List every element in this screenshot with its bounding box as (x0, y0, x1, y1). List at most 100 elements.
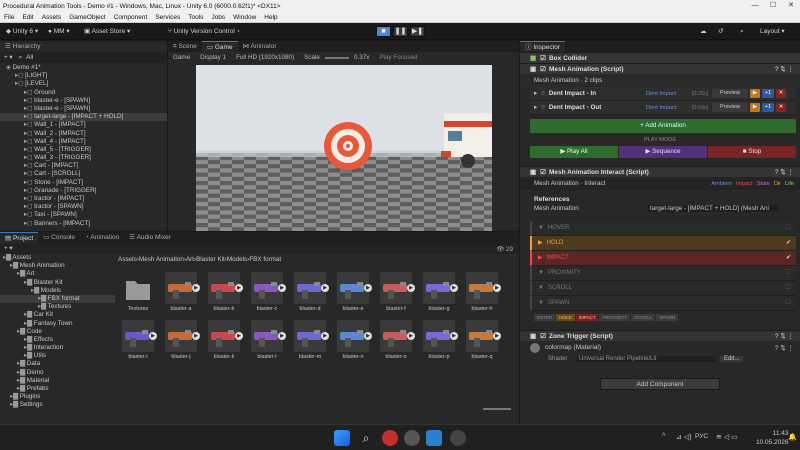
component-menu-icon[interactable]: ? ⇅ ⋮ (775, 64, 794, 75)
hierarchy-item[interactable]: ▸◻ blaster-e - [SPAWN] (0, 97, 167, 105)
tray-chevron-icon[interactable]: ^ (662, 433, 665, 440)
category-tag[interactable]: State (757, 181, 770, 187)
tray-network-icon[interactable]: ⊿ ◁) (676, 433, 692, 441)
asset-item[interactable]: ▶ blaster-m (294, 320, 329, 364)
minimize-icon[interactable]: — (746, 0, 764, 12)
menu-assets[interactable]: Assets (38, 12, 66, 23)
play-button[interactable]: ■ (376, 26, 391, 37)
project-folder[interactable]: ▸▇ Fantasy Town (0, 320, 115, 328)
unity-account-button[interactable]: ◆ Unity 6 ▾ (6, 26, 38, 37)
preview-play-icon[interactable]: ▶ (407, 284, 415, 292)
add-clip-button[interactable]: +1 (762, 103, 774, 112)
preview-play-icon[interactable]: ▶ (321, 284, 329, 292)
state-pill[interactable]: ENTER (534, 314, 556, 321)
hierarchy-item[interactable]: ▸◻ Wall_4 - [IMPACT] (0, 138, 167, 146)
clock[interactable]: 11:43 10.05.2026 (756, 429, 789, 447)
hierarchy-item[interactable]: ▸◻ Wall_1 - [IMPACT] (0, 121, 167, 129)
box-collider-header[interactable]: ▦ ☑ Box Collider (520, 52, 800, 63)
preview-play-icon[interactable]: ▶ (493, 284, 501, 292)
tab-console[interactable]: ▭ Console (38, 232, 80, 243)
asset-item[interactable]: ▶ blaster-h (466, 272, 501, 316)
project-folder[interactable]: ▸▇ Interaction (0, 344, 115, 352)
shader-dropdown[interactable]: Universal Render Pipeline/Lit (576, 356, 716, 362)
menu-help[interactable]: Help (260, 12, 281, 23)
tab-scene[interactable]: ⌗ Scene (168, 41, 202, 52)
project-folder[interactable]: ▸▇ Models (0, 287, 115, 295)
hierarchy-item[interactable]: ▸◻ Granade - [TRIGGER] (0, 187, 167, 195)
menu-file[interactable]: File (0, 12, 18, 23)
project-folder[interactable]: ▸▇ Blaster Kit (0, 279, 115, 287)
asset-item[interactable]: ▶ blaster-q (466, 320, 501, 364)
hierarchy-search[interactable]: + ▾ ⌕ All (0, 52, 167, 63)
project-folder[interactable]: ▸▇ Effects (0, 336, 115, 344)
preview-play-icon[interactable]: ▶ (235, 284, 243, 292)
tab-animator[interactable]: ⋈ Animator (238, 41, 282, 52)
state-pill[interactable]: PROXIMITY (599, 314, 631, 321)
state-row-impact[interactable]: ▶ IMPACT ✔ (530, 251, 796, 266)
add-animation-button[interactable]: + Add Animation (530, 119, 796, 133)
tab-animation[interactable]: ◔ Animation (80, 232, 124, 243)
play-clip-icon[interactable]: ▶ (750, 89, 760, 98)
language-indicator[interactable]: РУС (695, 433, 708, 440)
state-checkbox[interactable]: ☐ (786, 266, 791, 281)
preview-play-icon[interactable]: ▶ (278, 332, 286, 340)
hierarchy-item[interactable]: ▸◻ Taxi - [SPAWN] (0, 211, 167, 219)
material-row[interactable]: colormap (Material) ? ⇅ ⋮ (520, 341, 800, 354)
hierarchy-item[interactable]: ▸◻ tractor - [SPAWN] (0, 203, 167, 211)
menu-gameobject[interactable]: GameObject (65, 12, 110, 23)
tab-audio-mixer[interactable]: ☰ Audio Mixer (124, 232, 176, 243)
play-clip-icon[interactable]: ▶ (750, 103, 760, 112)
step-button[interactable]: ▶❚ (410, 26, 425, 37)
asset-item[interactable]: ▶ blaster-c (251, 272, 286, 316)
project-folder[interactable]: ▸▇ Mesh Animation (0, 262, 115, 270)
asset-item[interactable]: ▶ blaster-l (251, 320, 286, 364)
menu-jobs[interactable]: Jobs (207, 12, 229, 23)
project-folder[interactable]: ▸▇ Code (0, 328, 115, 336)
state-pill[interactable]: SPAWN (656, 314, 679, 321)
project-folder[interactable]: ▸▇ Settings (0, 401, 115, 409)
preview-play-icon[interactable]: ▶ (364, 332, 372, 340)
hierarchy-item[interactable]: ▸◻ Banners - [IMPACT] (0, 220, 167, 228)
drag-handle-icon[interactable]: ≡ (541, 90, 545, 97)
expand-arrow-icon[interactable]: ▸ (534, 104, 537, 111)
asset-item[interactable]: ▶ blaster-e (337, 272, 372, 316)
vscode-icon[interactable] (426, 430, 442, 446)
project-folder[interactable]: ▸▇ Utils (0, 352, 115, 360)
state-checkbox[interactable]: ✔ (786, 236, 791, 251)
asset-item[interactable]: ▶ blaster-g (423, 272, 458, 316)
menu-component[interactable]: Component (110, 12, 152, 23)
hierarchy-item[interactable]: ▸◻ [LIGHT] (0, 72, 167, 80)
preview-button[interactable]: Preview (712, 89, 748, 98)
project-folder[interactable]: ▸▇ Assets (0, 254, 115, 262)
layout-dropdown[interactable]: Layout ▾ (760, 26, 785, 37)
state-checkbox[interactable]: ☐ (786, 281, 791, 296)
breadcrumb-item[interactable]: Mesh Animation (139, 256, 184, 263)
preview-play-icon[interactable]: ▶ (364, 284, 372, 292)
game-viewport[interactable] (196, 65, 492, 231)
state-checkbox[interactable]: ☐ (786, 221, 791, 236)
project-folder[interactable]: ▸▇ Plugins (0, 393, 115, 401)
component-menu-icon[interactable]: ? ⇅ ⋮ (775, 331, 794, 342)
menu-edit[interactable]: Edit (18, 12, 37, 23)
asset-item[interactable]: ▶ blaster-f (380, 272, 415, 316)
state-pill[interactable]: SCROLL (631, 314, 656, 321)
state-pill[interactable]: HOLD (556, 314, 575, 321)
clip-row[interactable]: ▸ ≡ Dent Impact - In Dent Impact [0.25s] Prev… (530, 87, 796, 101)
interact-header[interactable]: ▣ ☑ Mesh Animation Interact (Script) ? ⇅ … (520, 166, 800, 177)
component-menu-icon[interactable]: ? ⇅ ⋮ (775, 344, 794, 352)
asset-store-button[interactable]: ▣ Asset Store ▾ (84, 26, 130, 37)
unity-hub-icon[interactable] (404, 430, 420, 446)
project-folder[interactable]: ▸▇ Material (0, 377, 115, 385)
tray-wifi-icon[interactable]: ≋ ◁ ▭ (716, 433, 738, 441)
project-folder[interactable]: ▸▇ Data (0, 360, 115, 368)
hierarchy-item[interactable]: ▸◻ Cart - [IMPACT] (0, 162, 167, 170)
preview-play-icon[interactable]: ▶ (278, 284, 286, 292)
reference-field[interactable]: target-large - [IMPACT + HOLD] (Mesh Ani (648, 204, 778, 212)
resolution-dropdown[interactable]: Full HD (1920x1080) (231, 52, 299, 63)
search-icon[interactable]: ⌕ (740, 26, 744, 37)
asset-item[interactable]: ▶ blaster-i (122, 320, 157, 364)
hierarchy-item[interactable]: ▸◻ [LEVEL] (0, 80, 167, 88)
state-checkbox[interactable]: ☐ (786, 296, 791, 311)
display-dropdown[interactable]: Display 1 (195, 52, 231, 63)
project-folder[interactable]: ▸▇ Prefabs (0, 385, 115, 393)
